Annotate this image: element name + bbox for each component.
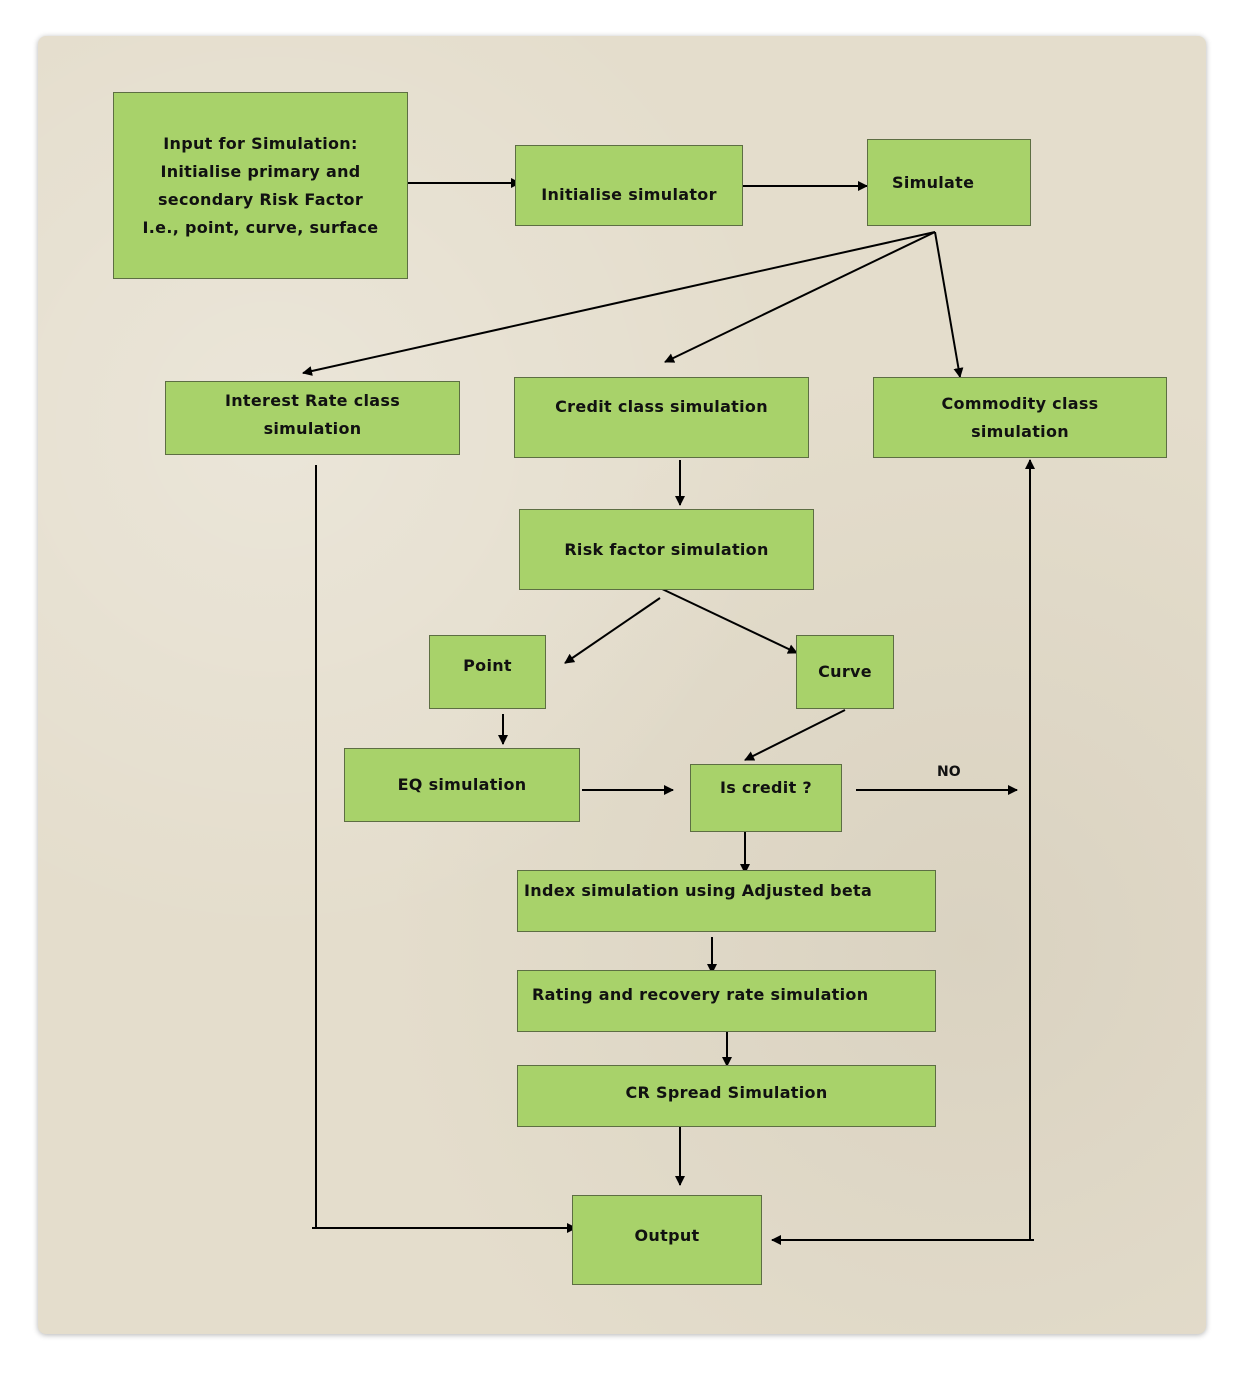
node-curve: Curve [796, 635, 894, 709]
arrow-simulate-to-credit [664, 231, 936, 363]
arrow-risk-to-point [564, 597, 661, 664]
node-index-simulation: Index simulation using Adjusted beta [517, 870, 936, 932]
node-risk-factor: Risk factor simulation [519, 509, 814, 590]
node-eq-simulation: EQ simulation [344, 748, 580, 822]
node-initialise-simulator: Initialise simulator [515, 145, 743, 226]
node-interest-rate: Interest Rate class simulation [165, 381, 460, 455]
node-point: Point [429, 635, 546, 709]
edge-label-no: NO [937, 764, 961, 780]
node-output: Output [572, 1195, 762, 1285]
node-is-credit: Is credit ? [690, 764, 842, 832]
arrow-curve-to-iscredit [744, 709, 846, 761]
diagram-page: Input for Simulation: Initialise primary… [0, 0, 1244, 1374]
arrow-risk-to-curve [659, 587, 798, 654]
arrow-simulate-to-commodity [934, 231, 964, 378]
node-credit-class: Credit class simulation [514, 377, 809, 458]
node-input: Input for Simulation: Initialise primary… [113, 92, 408, 279]
node-simulate: Simulate [867, 139, 1031, 226]
node-rating-recovery: Rating and recovery rate simulation [517, 970, 936, 1032]
node-commodity: Commodity class simulation [873, 377, 1167, 458]
node-cr-spread: CR Spread Simulation [517, 1065, 936, 1127]
